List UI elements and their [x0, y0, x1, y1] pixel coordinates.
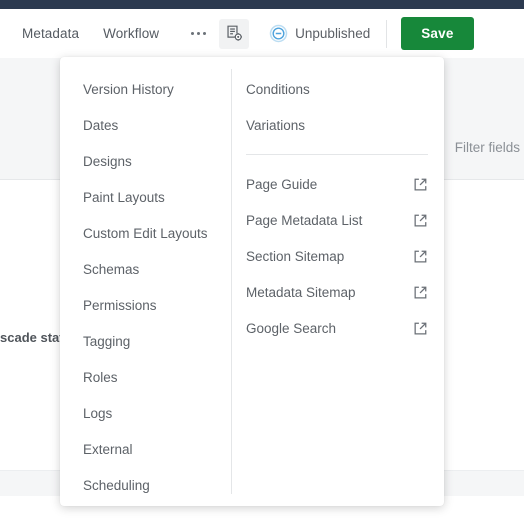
- tab-metadata[interactable]: Metadata: [10, 26, 91, 41]
- page-settings-dropdown: Version History Dates Designs Paint Layo…: [60, 57, 444, 506]
- menu-item-dates[interactable]: Dates: [60, 107, 231, 143]
- menu-item-google-search[interactable]: Google Search: [232, 310, 444, 346]
- more-options-button[interactable]: [183, 19, 213, 49]
- menu-item-section-sitemap[interactable]: Section Sitemap: [232, 238, 444, 274]
- app-root: Metadata Workflow Unpublished Save Filte…: [0, 0, 524, 525]
- page-settings-button[interactable]: [219, 18, 250, 49]
- menu-item-page-metadata-list[interactable]: Page Metadata List: [232, 202, 444, 238]
- menu-item-tagging[interactable]: Tagging: [60, 323, 231, 359]
- menu-item-roles[interactable]: Roles: [60, 359, 231, 395]
- dropdown-horizontal-divider: [246, 154, 428, 155]
- external-link-icon: [413, 249, 428, 264]
- dropdown-right-column: Conditions Variations Page Guide Page Me…: [232, 57, 444, 506]
- menu-item-paint-layouts[interactable]: Paint Layouts: [60, 179, 231, 215]
- menu-item-custom-edit-layouts[interactable]: Custom Edit Layouts: [60, 215, 231, 251]
- menu-item-page-guide[interactable]: Page Guide: [232, 166, 444, 202]
- cascade-status-label: scade stat: [0, 330, 64, 345]
- filter-fields-label[interactable]: Filter fields: [455, 140, 520, 155]
- menu-item-google-search-label: Google Search: [246, 320, 337, 336]
- publish-status-label: Unpublished: [295, 26, 371, 41]
- editor-toolbar: Metadata Workflow Unpublished Save: [0, 9, 524, 58]
- unpublished-circle-icon: [269, 24, 288, 43]
- dropdown-left-column: Version History Dates Designs Paint Layo…: [60, 57, 231, 506]
- external-link-icon: [413, 177, 428, 192]
- menu-item-variations[interactable]: Variations: [232, 107, 444, 143]
- save-button[interactable]: Save: [401, 17, 474, 50]
- menu-item-metadata-sitemap[interactable]: Metadata Sitemap: [232, 274, 444, 310]
- menu-item-scheduling[interactable]: Scheduling: [60, 467, 231, 503]
- menu-item-designs[interactable]: Designs: [60, 143, 231, 179]
- page-settings-icon: [227, 25, 242, 41]
- menu-item-permissions[interactable]: Permissions: [60, 287, 231, 323]
- menu-item-schemas[interactable]: Schemas: [60, 251, 231, 287]
- menu-item-version-history[interactable]: Version History: [60, 71, 231, 107]
- publish-status[interactable]: Unpublished: [269, 24, 370, 43]
- external-link-icon: [413, 213, 428, 228]
- external-link-icon: [413, 321, 428, 336]
- menu-item-conditions-label: Conditions: [246, 81, 310, 97]
- menu-item-page-guide-label: Page Guide: [246, 176, 318, 192]
- external-link-icon: [413, 285, 428, 300]
- menu-item-external[interactable]: External: [60, 431, 231, 467]
- toolbar-separator: [386, 19, 388, 48]
- menu-item-metadata-sitemap-label: Metadata Sitemap: [246, 284, 356, 300]
- menu-item-variations-label: Variations: [246, 117, 306, 133]
- menu-item-page-metadata-list-label: Page Metadata List: [246, 212, 363, 228]
- menu-item-conditions[interactable]: Conditions: [232, 71, 444, 107]
- menu-item-logs[interactable]: Logs: [60, 395, 231, 431]
- menu-item-section-sitemap-label: Section Sitemap: [246, 248, 345, 264]
- top-navbar-strip: [0, 0, 524, 9]
- tab-workflow[interactable]: Workflow: [91, 26, 171, 41]
- ellipsis-icon: [190, 32, 206, 35]
